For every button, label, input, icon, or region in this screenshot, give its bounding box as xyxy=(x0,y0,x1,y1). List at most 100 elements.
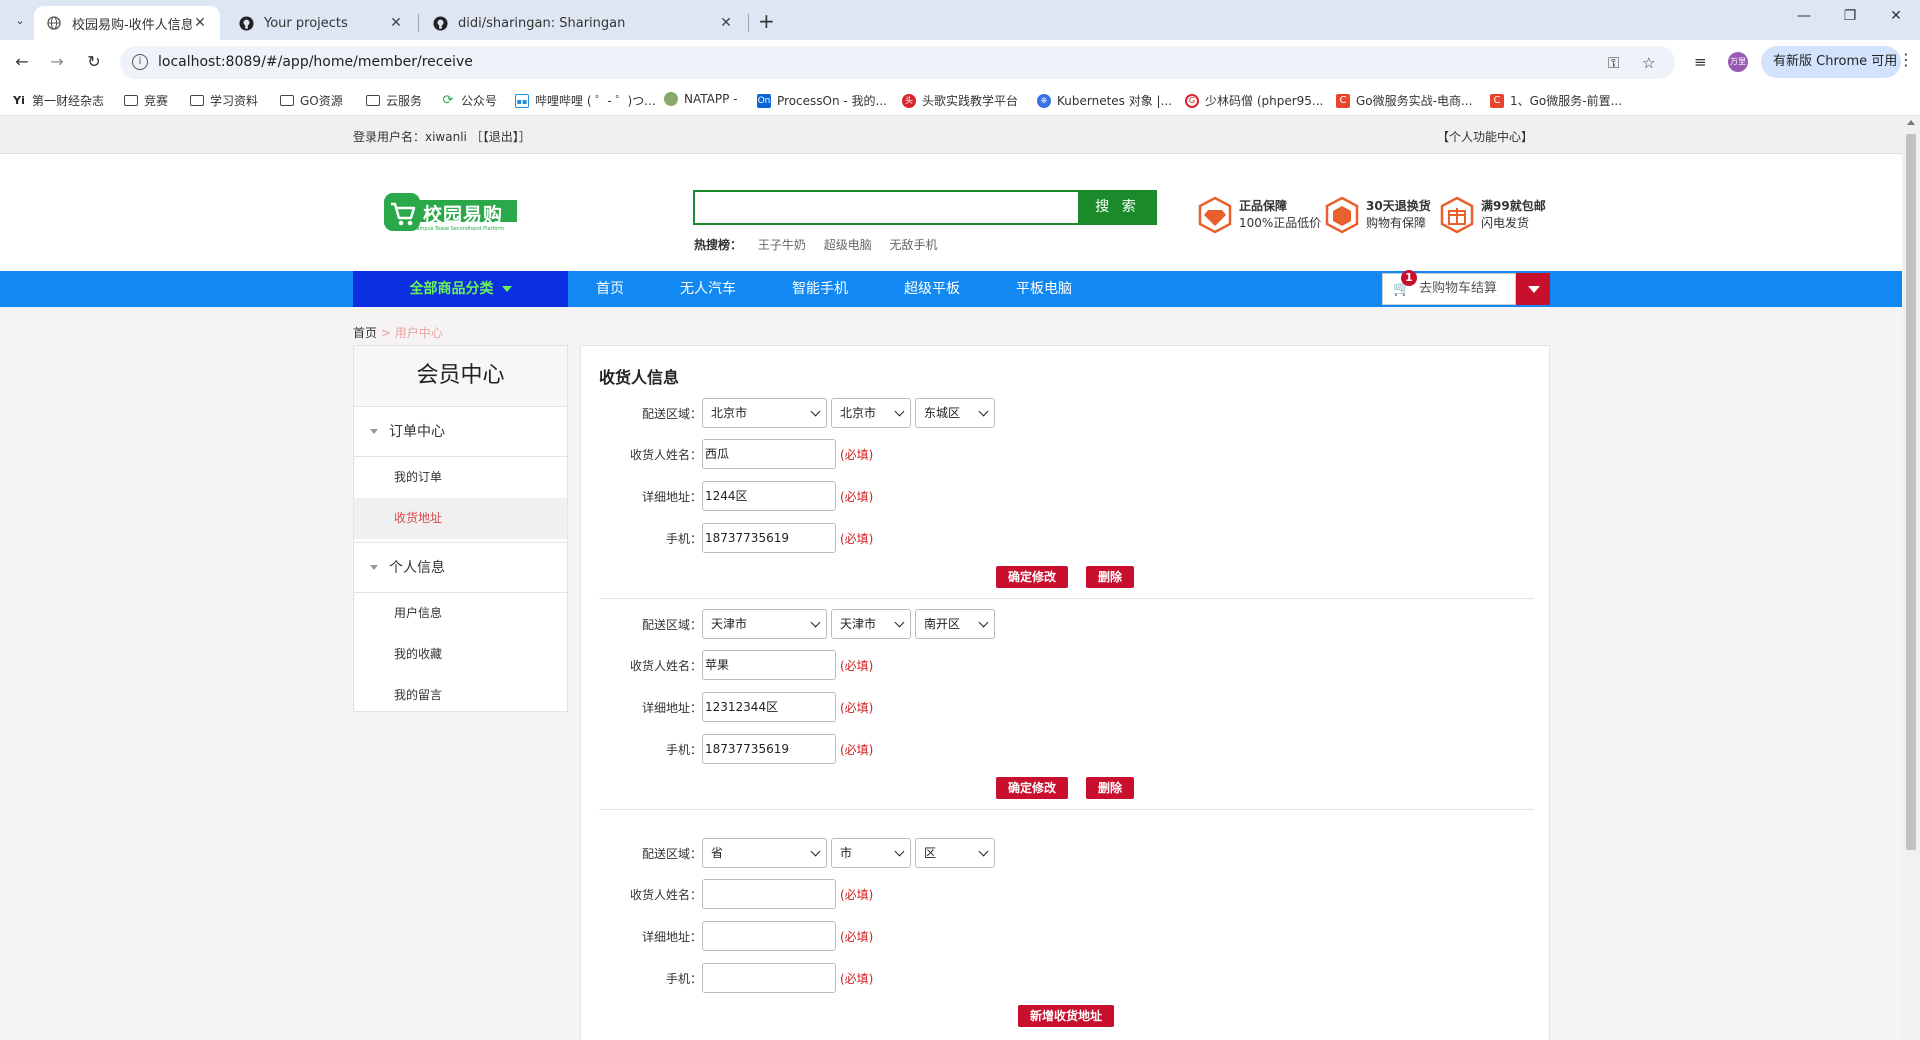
search-input[interactable] xyxy=(693,190,1078,225)
bookmark-folder[interactable]: 学习资料 xyxy=(190,92,258,109)
hot-keyword[interactable]: 无敌手机 xyxy=(890,238,938,252)
minimize-icon[interactable]: — xyxy=(1784,8,1824,24)
restore-icon[interactable]: ❐ xyxy=(1830,8,1870,24)
bookmark-item[interactable]: NATAPP - xyxy=(664,92,737,106)
phone-field[interactable]: 18737735619 xyxy=(702,734,836,764)
cart-checkout-button[interactable]: 🛒 1 去购物车结算 xyxy=(1382,270,1516,305)
profile-avatar[interactable]: 万里 xyxy=(1728,52,1748,72)
site-info-icon[interactable]: i xyxy=(132,54,148,70)
city-select[interactable]: 市 xyxy=(831,838,911,868)
bookmark-item[interactable]: ⎈ Kubernetes 对象 |... xyxy=(1037,92,1172,109)
chevron-down-icon xyxy=(810,846,821,857)
forward-icon[interactable]: → xyxy=(47,52,67,71)
confirm-edit-button[interactable]: 确定修改 xyxy=(996,777,1068,799)
name-label: 收货人姓名： xyxy=(629,658,702,673)
bookmark-star-icon[interactable]: ☆ xyxy=(1642,54,1655,72)
all-categories-menu[interactable]: 全部商品分类 xyxy=(353,271,568,307)
sidebar-item-favorites[interactable]: 我的收藏 xyxy=(354,634,567,675)
district-select[interactable]: 东城区 xyxy=(915,398,995,428)
province-select[interactable]: 天津市 xyxy=(702,609,827,639)
tab-search-button[interactable]: ⌄ xyxy=(8,8,32,32)
site-logo[interactable]: 校园易购 Campus Tease Secondhand Platform xyxy=(383,187,535,237)
educoder-icon: 头 xyxy=(902,93,916,108)
sidebar-group-personal-info[interactable]: 个人信息 xyxy=(354,543,567,593)
more-menu-icon[interactable]: ⋮ xyxy=(1898,50,1914,69)
tab-title: 校园易购-收件人信息 xyxy=(72,17,192,33)
sidebar-item-shipping-address[interactable]: 收货地址 xyxy=(354,498,567,539)
cart-dropdown-button[interactable] xyxy=(1516,273,1550,305)
required-hint: (必填) xyxy=(840,658,874,673)
bookmark-item[interactable]: ▪▪ 哔哩哔哩 ( ゜- ゜)つ... xyxy=(515,92,656,109)
bookmark-folder[interactable]: GO资源 xyxy=(280,92,343,109)
region-label: 配送区域： xyxy=(641,406,702,421)
delete-button[interactable]: 删除 xyxy=(1086,777,1134,799)
close-window-icon[interactable]: ✕ xyxy=(1876,8,1916,24)
new-tab-icon[interactable]: + xyxy=(758,9,775,33)
address-bar[interactable]: i localhost:8089/#/app/home/member/recei… xyxy=(120,46,1675,79)
bookmark-item[interactable]: C 1、Go微服务-前置... xyxy=(1490,92,1622,109)
scrollbar-thumb[interactable] xyxy=(1906,134,1916,850)
phone-label: 手机： xyxy=(665,742,702,757)
province-select[interactable]: 省 xyxy=(702,838,827,868)
natapp-icon xyxy=(664,92,678,106)
bookmark-item[interactable]: 头头歌实践教学平台 xyxy=(902,92,1018,109)
nav-home[interactable]: 首页 xyxy=(596,271,624,307)
detail-address-field[interactable]: 12312344区 xyxy=(702,692,836,722)
detail-address-field[interactable] xyxy=(702,921,836,951)
bookmark-item[interactable]: ⟳ 公众号 xyxy=(441,92,497,109)
reading-list-icon[interactable]: ≡ xyxy=(1694,53,1707,71)
add-address-button[interactable]: 新增收货地址 xyxy=(1018,1005,1114,1027)
processon-icon: On xyxy=(757,93,771,108)
back-icon[interactable]: ← xyxy=(12,52,32,71)
bookmark-item[interactable]: On ProcessOn - 我的... xyxy=(757,92,887,109)
personal-center-link[interactable]: 【个人功能中心】 xyxy=(1437,128,1533,145)
sidebar-item-my-orders[interactable]: 我的订单 xyxy=(354,457,567,498)
address-label: 详细地址： xyxy=(641,700,702,715)
receiver-name-field[interactable]: 苹果 xyxy=(702,650,836,680)
nav-tablet-pc[interactable]: 平板电脑 xyxy=(1016,271,1072,307)
sidebar-item-user-info[interactable]: 用户信息 xyxy=(354,593,567,634)
sidebar-item-messages[interactable]: 我的留言 xyxy=(354,675,567,716)
tab-receive-info[interactable]: 校园易购-收件人信息 ✕ xyxy=(34,6,220,40)
bookmark-item[interactable]: G 少林码僧 (phper95... xyxy=(1185,92,1323,109)
close-icon[interactable]: ✕ xyxy=(192,15,208,31)
phone-field[interactable]: 18737735619 xyxy=(702,523,836,553)
chrome-update-button[interactable]: 有新版 Chrome 可用 xyxy=(1761,46,1901,78)
sidebar-group-orders[interactable]: 订单中心 xyxy=(354,407,567,457)
district-select[interactable]: 南开区 xyxy=(915,609,995,639)
receiver-name-field[interactable] xyxy=(702,879,836,909)
delete-button[interactable]: 删除 xyxy=(1086,566,1134,588)
nav-smartphone[interactable]: 智能手机 xyxy=(792,271,848,307)
scroll-up-icon[interactable] xyxy=(1907,120,1915,125)
bookmark-item[interactable]: Yi 第一财经杂志 xyxy=(12,92,104,109)
bookmark-folder[interactable]: 竞赛 xyxy=(124,92,168,109)
reload-icon[interactable]: ↻ xyxy=(84,52,104,71)
detail-address-field[interactable]: 1244区 xyxy=(702,481,836,511)
login-info[interactable]: 登录用户名：xiwanli ［【退出】］ xyxy=(353,128,531,145)
bookmark-folder[interactable]: 云服务 xyxy=(366,92,422,109)
breadcrumb-home[interactable]: 首页 xyxy=(353,326,377,340)
nav-driverless-car[interactable]: 无人汽车 xyxy=(680,271,736,307)
nav-super-tablet[interactable]: 超级平板 xyxy=(904,271,960,307)
hot-search-label: 热搜榜： xyxy=(694,238,743,252)
city-select[interactable]: 天津市 xyxy=(831,609,911,639)
confirm-edit-button[interactable]: 确定修改 xyxy=(996,566,1068,588)
hot-keyword[interactable]: 超级电脑 xyxy=(824,238,872,252)
province-select[interactable]: 北京市 xyxy=(702,398,827,428)
search-button[interactable]: 搜 索 xyxy=(1078,190,1157,225)
chevron-down-icon xyxy=(894,617,905,628)
phone-field[interactable] xyxy=(702,963,836,993)
close-icon[interactable]: ✕ xyxy=(388,15,404,31)
bookmark-item[interactable]: C Go微服务实战-电商... xyxy=(1336,92,1472,109)
tab-sharingan[interactable]: didi/sharingan: Sharingan ✕ xyxy=(420,6,746,40)
wechat-icon: ⟳ xyxy=(442,92,454,108)
tab-your-projects[interactable]: Your projects ✕ xyxy=(226,6,416,40)
close-icon[interactable]: ✕ xyxy=(718,15,734,31)
page-scrollbar[interactable] xyxy=(1902,116,1920,1040)
district-select[interactable]: 区 xyxy=(915,838,995,868)
city-select[interactable]: 北京市 xyxy=(831,398,911,428)
receiver-name-field[interactable]: 西瓜 xyxy=(702,439,836,469)
hot-keyword[interactable]: 王子牛奶 xyxy=(758,238,806,252)
tab-separator xyxy=(418,14,419,32)
key-icon[interactable]: ⚿ xyxy=(1608,54,1619,72)
